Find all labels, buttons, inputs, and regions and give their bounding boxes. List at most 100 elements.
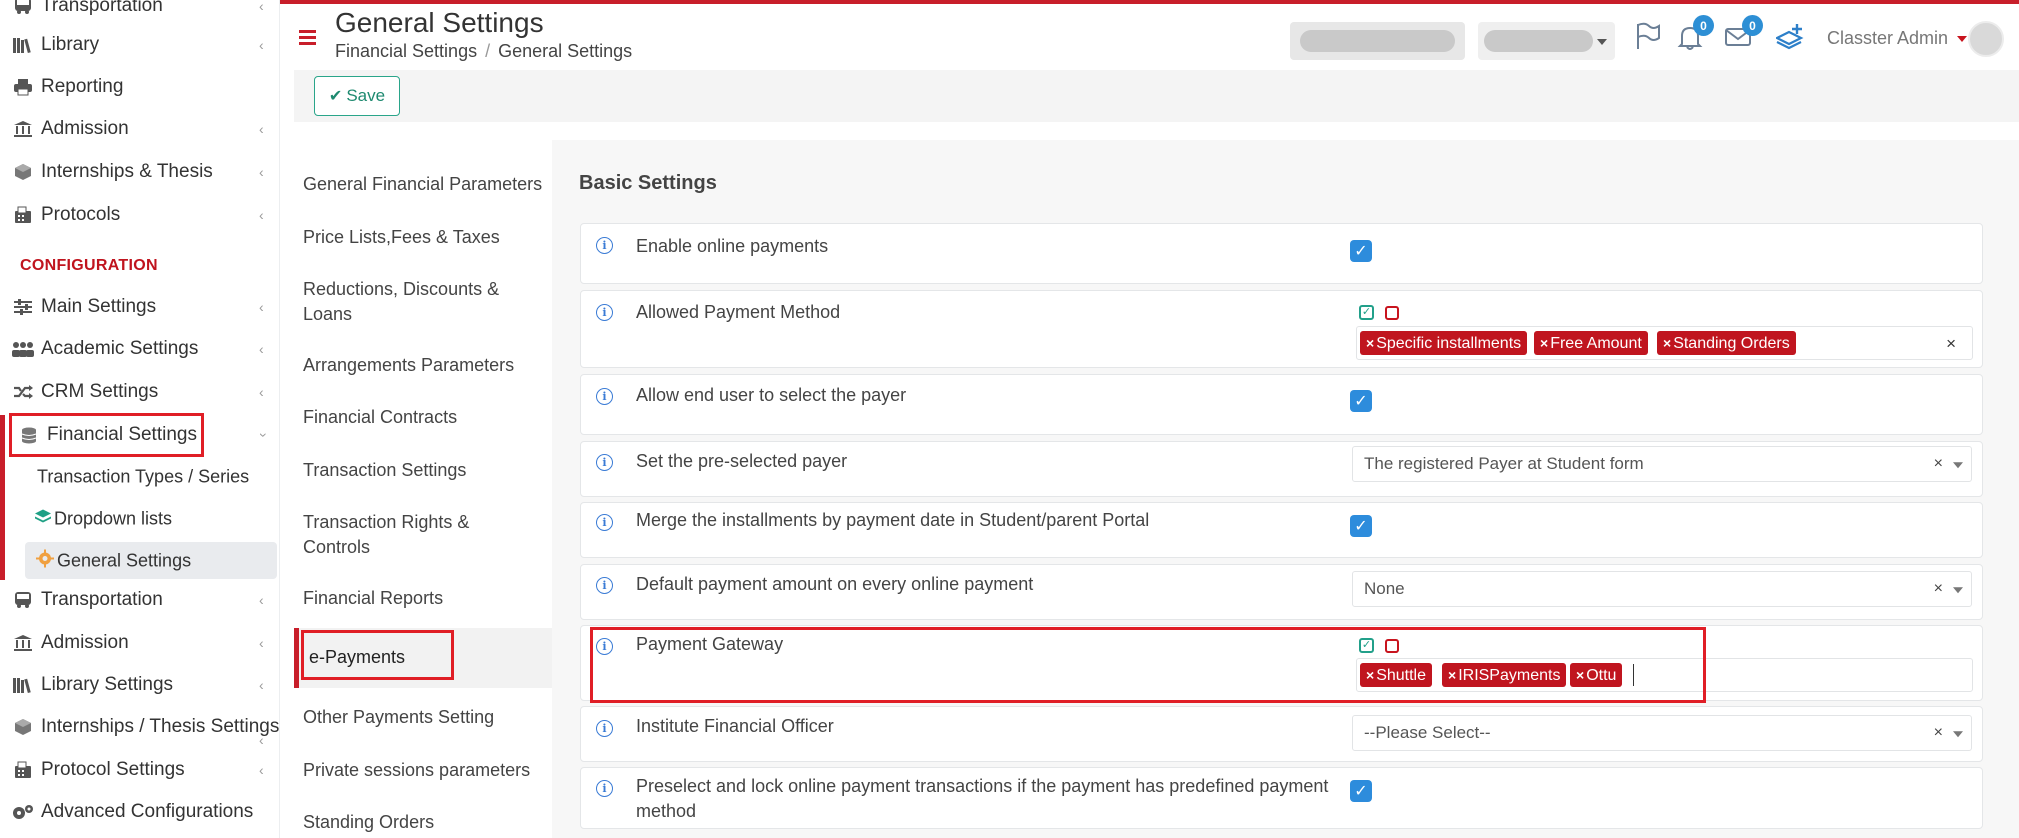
settings-nav-financial-contracts[interactable]: Financial Contracts bbox=[303, 405, 457, 430]
chevron-left-icon: ‹ bbox=[259, 341, 264, 357]
highlight-box-financial-settings bbox=[9, 413, 204, 457]
active-nav-indicator bbox=[294, 628, 299, 688]
setting-row-allowed-payment-method: i Allowed Payment Method ✓ × Specific ins… bbox=[580, 290, 1983, 368]
sidebar-item-academic-settings[interactable]: Academic Settings ‹ bbox=[0, 329, 280, 369]
check-icon: ✔ bbox=[328, 88, 343, 105]
preselect-lock-checkbox[interactable]: ✓ bbox=[1350, 780, 1372, 802]
avatar[interactable] bbox=[1968, 21, 2004, 57]
flag-icon[interactable] bbox=[1635, 22, 1661, 55]
redacted-dropdown[interactable] bbox=[1478, 22, 1615, 60]
info-icon[interactable]: i bbox=[596, 514, 613, 531]
sidebar-item-label: Protocols bbox=[41, 204, 121, 225]
breadcrumb-item-financial-settings[interactable]: Financial Settings bbox=[335, 41, 477, 61]
sidebar-item-label: CRM Settings bbox=[41, 381, 159, 402]
select-all-icon[interactable]: ✓ bbox=[1359, 305, 1374, 320]
settings-nav-standing-orders[interactable]: Standing Orders bbox=[303, 810, 434, 835]
sidebar-subitem-transaction-types[interactable]: Transaction Types / Series bbox=[0, 458, 280, 496]
clear-icon[interactable]: × bbox=[1934, 724, 1943, 742]
user-menu[interactable]: Classter Admin bbox=[1827, 28, 1968, 49]
sidebar-item-library[interactable]: Library ‹ bbox=[0, 25, 280, 65]
redacted-selector[interactable] bbox=[1290, 22, 1465, 60]
breadcrumb-item-general-settings: General Settings bbox=[498, 41, 633, 61]
shuffle-icon bbox=[10, 380, 36, 404]
sidebar-item-label: Transportation bbox=[41, 0, 163, 16]
setting-label: Enable online payments bbox=[636, 236, 829, 256]
hamburger-menu-icon[interactable] bbox=[299, 30, 316, 45]
breadcrumb-separator: / bbox=[485, 41, 491, 61]
info-icon[interactable]: i bbox=[596, 388, 613, 405]
clear-all-icon[interactable]: × bbox=[1946, 334, 1956, 354]
sidebar-item-label: Library bbox=[41, 34, 100, 55]
deselect-all-icon[interactable] bbox=[1385, 306, 1399, 320]
institution-icon bbox=[10, 631, 36, 655]
default-payment-amount-select[interactable]: None × bbox=[1352, 571, 1972, 607]
info-icon[interactable]: i bbox=[596, 304, 613, 321]
chevron-left-icon: ‹ bbox=[259, 384, 264, 400]
sidebar-item-label: Main Settings bbox=[41, 296, 157, 317]
info-icon[interactable]: i bbox=[596, 780, 613, 797]
info-icon[interactable]: i bbox=[596, 237, 613, 254]
chevron-left-icon: ‹ bbox=[259, 592, 264, 608]
section-title: Basic Settings bbox=[579, 172, 717, 194]
users-icon bbox=[10, 337, 36, 361]
sidebar-item-label: Internships & Thesis bbox=[41, 161, 213, 182]
sidebar-subitem-dropdown-lists[interactable]: Dropdown lists bbox=[0, 500, 280, 538]
sidebar-item-crm-settings[interactable]: CRM Settings ‹ bbox=[0, 372, 280, 412]
sidebar-item-transportation-settings[interactable]: Transportation ‹ bbox=[0, 580, 280, 620]
sidebar-item-protocols[interactable]: Protocols ‹ bbox=[0, 195, 280, 235]
settings-nav-transaction-rights[interactable]: Transaction Rights & Controls bbox=[303, 510, 503, 560]
sidebar-item-admission[interactable]: Admission ‹ bbox=[0, 109, 280, 149]
sidebar-item-internships-settings[interactable]: Internships / Thesis Settings ‹ bbox=[0, 707, 280, 748]
chevron-left-icon: ‹ bbox=[259, 207, 264, 223]
sidebar-item-internships[interactable]: Internships & Thesis ‹ bbox=[0, 152, 280, 192]
layers-plus-icon[interactable] bbox=[1774, 22, 1806, 55]
info-icon[interactable]: i bbox=[596, 454, 613, 471]
settings-nav-other-payments[interactable]: Other Payments Setting bbox=[303, 705, 494, 730]
sidebar-item-label: Admission bbox=[41, 118, 129, 139]
allow-select-payer-checkbox[interactable]: ✓ bbox=[1350, 390, 1372, 412]
sidebar-item-library-settings[interactable]: Library Settings ‹ bbox=[0, 665, 280, 705]
setting-row-default-payment-amount: i Default payment amount on every online… bbox=[580, 564, 1983, 620]
allowed-payment-method-tags[interactable]: × Specific installments × Free Amount × Sta… bbox=[1356, 326, 1973, 360]
sidebar-item-advanced-configurations[interactable]: Advanced Configurations bbox=[0, 792, 280, 832]
sidebar-item-main-settings[interactable]: Main Settings ‹ bbox=[0, 287, 280, 327]
sidebar-subitem-general-settings[interactable]: General Settings bbox=[0, 542, 280, 580]
tag-free-amount[interactable]: × Free Amount bbox=[1534, 331, 1648, 355]
preselected-payer-select[interactable]: The registered Payer at Student form × bbox=[1352, 446, 1972, 482]
merge-installments-checkbox[interactable]: ✓ bbox=[1350, 515, 1372, 537]
settings-nav-private-sessions[interactable]: Private sessions parameters bbox=[303, 758, 530, 783]
tag-specific-installments[interactable]: × Specific installments bbox=[1360, 331, 1528, 355]
sidebar-item-reporting[interactable]: Reporting bbox=[0, 67, 280, 107]
notifications-count-badge: 0 bbox=[1693, 15, 1714, 36]
info-icon[interactable]: i bbox=[596, 720, 613, 737]
chevron-left-icon: ‹ bbox=[259, 37, 264, 53]
sidebar-item-admission-settings[interactable]: Admission ‹ bbox=[0, 623, 280, 663]
caret-down-icon bbox=[1953, 731, 1963, 738]
save-button[interactable]: ✔ Save bbox=[314, 76, 400, 116]
settings-nav-price-lists[interactable]: Price Lists,Fees & Taxes bbox=[303, 225, 500, 250]
clear-icon[interactable]: × bbox=[1934, 580, 1943, 598]
tag-standing-orders[interactable]: × Standing Orders bbox=[1657, 331, 1796, 355]
sidebar-item-transportation[interactable]: Transportation ‹ bbox=[0, 0, 280, 26]
sidebar-item-label: Transportation bbox=[41, 589, 163, 610]
select-value: None bbox=[1364, 579, 1405, 598]
info-icon[interactable]: i bbox=[596, 577, 613, 594]
settings-nav-general-financial-parameters[interactable]: General Financial Parameters bbox=[303, 172, 542, 197]
setting-label: Allowed Payment Method bbox=[636, 302, 841, 322]
sidebar-item-protocol-settings[interactable]: Protocol Settings ‹ bbox=[0, 750, 280, 790]
settings-nav-transaction-settings[interactable]: Transaction Settings bbox=[303, 458, 466, 483]
institute-financial-officer-select[interactable]: --Please Select-- × bbox=[1352, 715, 1972, 751]
enable-online-payments-checkbox[interactable]: ✓ bbox=[1350, 240, 1372, 262]
settings-nav-reductions[interactable]: Reductions, Discounts & Loans bbox=[303, 277, 533, 327]
setting-row-allow-select-payer: i Allow end user to select the payer ✓ bbox=[580, 374, 1983, 435]
setting-label: Allow end user to select the payer bbox=[636, 385, 907, 405]
sidebar-subitem-label: General Settings bbox=[57, 550, 192, 571]
remove-tag-icon[interactable]: × bbox=[1663, 335, 1671, 351]
settings-nav-arrangements[interactable]: Arrangements Parameters bbox=[303, 353, 514, 378]
chevron-left-icon: ‹ bbox=[259, 762, 264, 778]
settings-nav-financial-reports[interactable]: Financial Reports bbox=[303, 586, 443, 611]
printer-icon bbox=[10, 75, 36, 99]
remove-tag-icon[interactable]: × bbox=[1540, 335, 1548, 351]
clear-icon[interactable]: × bbox=[1934, 455, 1943, 473]
remove-tag-icon[interactable]: × bbox=[1366, 335, 1374, 351]
